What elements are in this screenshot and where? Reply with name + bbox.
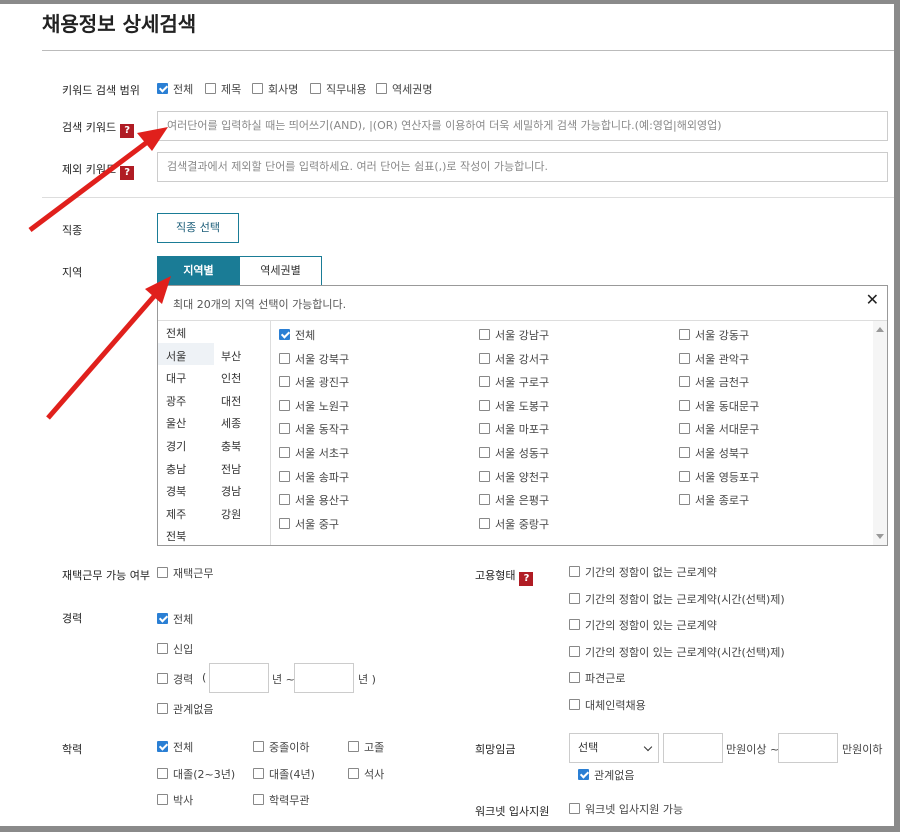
- arrow-line-keyword: [28, 138, 152, 232]
- annotation-arrows: [28, 127, 171, 420]
- arrow-line-region: [46, 292, 158, 420]
